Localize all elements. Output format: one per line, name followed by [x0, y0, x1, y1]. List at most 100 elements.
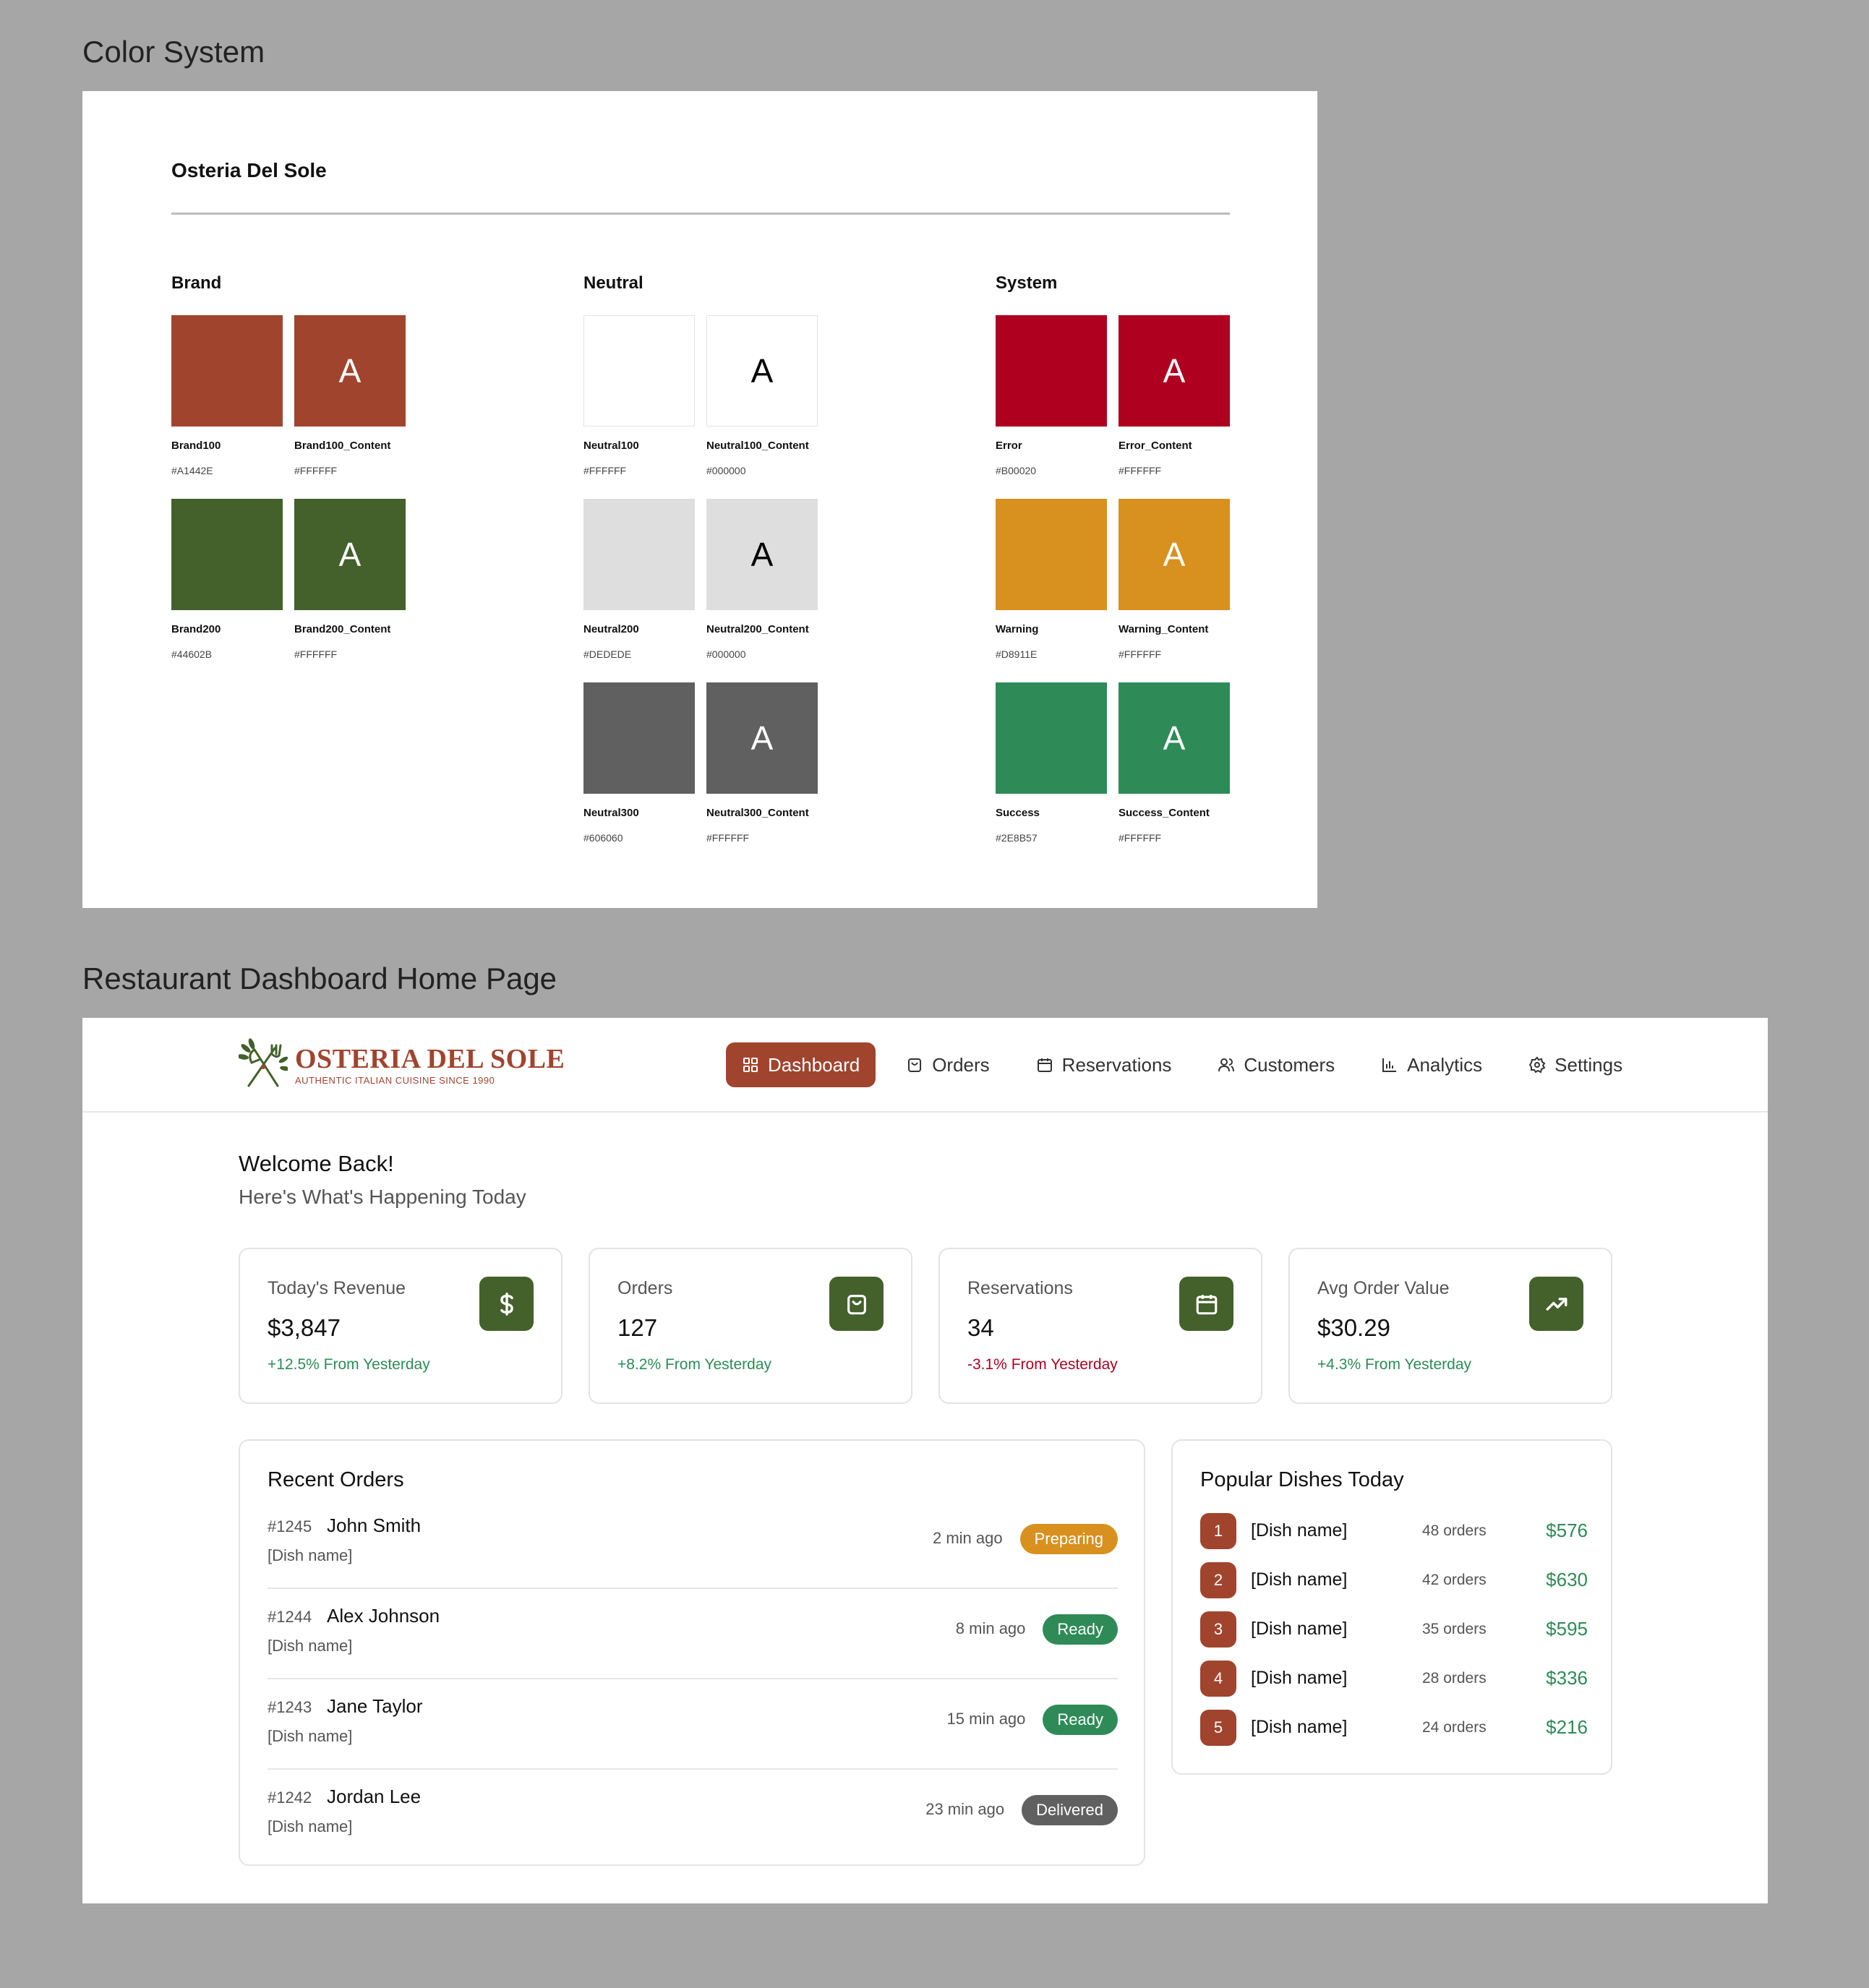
order-row[interactable]: #1243 Jane Taylor [Dish name] 15 min ago Rea…: [268, 1679, 1118, 1770]
popular-dishes-title: Popular Dishes Today: [1200, 1468, 1404, 1491]
color-swatch: [996, 315, 1107, 427]
dish-order-count: 28 orders: [1422, 1670, 1487, 1687]
bag-icon: [829, 1277, 884, 1331]
color-token-hex: #000000: [706, 648, 746, 660]
logo-title: OSTERIA DEL SOLE: [295, 1043, 565, 1074]
order-id: #1242: [268, 1788, 312, 1807]
color-swatch: [996, 682, 1107, 794]
dish-row[interactable]: 3 [Dish name] 35 orders $595: [1200, 1611, 1588, 1648]
nav-settings[interactable]: Settings: [1513, 1042, 1638, 1087]
order-time: 2 min ago: [932, 1529, 1003, 1547]
nav-customers[interactable]: Customers: [1202, 1042, 1351, 1087]
welcome-subheading: Here's What's Happening Today: [239, 1186, 526, 1208]
stat-value: 127: [617, 1314, 658, 1341]
nav-orders[interactable]: Orders: [890, 1042, 1005, 1087]
nav-label: Settings: [1554, 1053, 1623, 1076]
stat-change: -3.1% From Yesterday: [967, 1356, 1118, 1373]
calendar-icon: [1037, 1058, 1052, 1072]
nav-label: Orders: [932, 1053, 990, 1076]
logo-subtitle: AUTHENTIC ITALIAN CUISINE SINCE 1990: [295, 1074, 495, 1086]
color-system-board: Osteria Del Sole Brand Brand100 #A1442E A B…: [82, 91, 1317, 908]
color-token-hex: #FFFFFF: [1119, 648, 1162, 660]
color-group-title: Brand: [171, 273, 222, 293]
order-id: #1244: [268, 1608, 312, 1626]
dish-revenue: $216: [1546, 1716, 1588, 1738]
color-group-title: System: [996, 273, 1058, 293]
dish-row[interactable]: 4 [Dish name] 28 orders $336: [1200, 1661, 1588, 1697]
fork-knife-olive-branch-icon: [239, 1038, 288, 1087]
order-id: #1245: [268, 1517, 312, 1535]
color-token-hex: #DEDEDE: [583, 648, 632, 660]
color-swatch: [583, 682, 695, 794]
stat-card-avg-order-value[interactable]: Avg Order Value $30.29 +4.3% From Yester…: [1288, 1248, 1612, 1404]
color-swatch: [583, 499, 695, 610]
stat-value: $3,847: [268, 1314, 341, 1341]
color-swatch: A: [294, 315, 406, 427]
rank-badge: 2: [1200, 1562, 1236, 1598]
stat-change: +4.3% From Yesterday: [1317, 1356, 1472, 1373]
color-swatch-item: Neutral100 #FFFFFF: [583, 315, 695, 483]
nav-reservations[interactable]: Reservations: [1020, 1042, 1188, 1087]
swatch-grid: Neutral100 #FFFFFF A Neutral100_Content #000…: [583, 315, 829, 850]
stat-label: Today's Revenue: [268, 1278, 406, 1298]
color-group-neutral: Neutral Neutral100 #FFFFFF A Neutral100_Con…: [583, 272, 829, 850]
stat-card-orders[interactable]: Orders 127 +8.2% From Yesterday: [589, 1248, 912, 1404]
color-group-title: Neutral: [583, 273, 643, 293]
dish-revenue: $336: [1546, 1667, 1588, 1689]
color-token-name: Warning: [996, 623, 1039, 635]
nav-label: Reservations: [1061, 1053, 1172, 1076]
color-swatch: [996, 499, 1107, 610]
color-token-hex: #44602B: [171, 648, 213, 660]
dish-row[interactable]: 5 [Dish name] 24 orders $216: [1200, 1710, 1588, 1746]
color-token-hex: #2E8B57: [996, 832, 1038, 844]
rank-badge: 1: [1200, 1513, 1236, 1549]
recent-orders-title: Recent Orders: [268, 1468, 404, 1491]
order-row[interactable]: #1245 John Smith [Dish name] 2 min ago Prepa…: [268, 1499, 1118, 1589]
color-token-name: Neutral200_Content: [706, 623, 809, 635]
color-swatch-item: Error #B00020: [996, 315, 1107, 483]
stat-value: 34: [967, 1314, 994, 1341]
dish-row[interactable]: 1 [Dish name] 48 orders $576: [1200, 1513, 1588, 1549]
logo-text: OSTERIA DEL SOLE AUTHENTIC ITALIAN CUISI…: [295, 1045, 565, 1086]
stat-label: Orders: [617, 1278, 673, 1298]
color-system-brand-name: Osteria Del Sole: [171, 159, 327, 181]
nav-dashboard[interactable]: Dashboard: [726, 1042, 876, 1087]
stat-value: $30.29: [1317, 1314, 1390, 1341]
nav-analytics[interactable]: Analytics: [1365, 1042, 1498, 1087]
color-swatch-item: Warning #D8911E: [996, 499, 1107, 667]
recent-orders-panel: Recent Orders #1245 John Smith [Dish name]…: [239, 1439, 1145, 1866]
color-group-brand: Brand Brand100 #A1442E A Brand100_Content #F…: [171, 272, 417, 667]
dish-order-count: 24 orders: [1422, 1719, 1487, 1736]
dish-order-count: 35 orders: [1422, 1621, 1487, 1637]
calendar-icon: [1179, 1277, 1233, 1331]
color-token-name: Neutral100_Content: [706, 440, 809, 452]
brand-logo[interactable]: OSTERIA DEL SOLE AUTHENTIC ITALIAN CUISI…: [239, 1038, 565, 1092]
grid-icon: [743, 1058, 758, 1072]
chart-icon: [1382, 1058, 1397, 1072]
color-swatch: A: [1119, 499, 1230, 610]
stat-card-reservations[interactable]: Reservations 34 -3.1% From Yesterday: [938, 1248, 1262, 1404]
color-swatch: [583, 315, 695, 427]
color-swatch-item: Brand200 #44602B: [171, 499, 283, 667]
color-swatch: A: [706, 682, 818, 794]
divider: [171, 213, 1230, 215]
customer-name: John Smith: [327, 1514, 422, 1536]
dish-revenue: $595: [1546, 1618, 1588, 1640]
color-swatch-item: A Brand200_Content #FFFFFF: [294, 499, 406, 667]
dish-row[interactable]: 2 [Dish name] 42 orders $630: [1200, 1562, 1588, 1598]
color-group-system: System Error #B00020 A Error_Content #FFFFFF…: [996, 272, 1241, 850]
order-row[interactable]: #1244 Alex Johnson [Dish name] 8 min ago Rea…: [268, 1589, 1118, 1679]
dish-order-count: 48 orders: [1422, 1522, 1487, 1539]
color-token-name: Brand100_Content: [294, 440, 391, 452]
color-swatch-item: Neutral300 #606060: [583, 682, 695, 850]
stat-label: Reservations: [967, 1278, 1073, 1298]
order-row[interactable]: #1242 Jordan Lee [Dish name] 23 min ago Deli…: [268, 1770, 1118, 1860]
color-token-name: Brand200_Content: [294, 623, 391, 635]
color-swatch-item: A Success_Content #FFFFFF: [1119, 682, 1230, 850]
bag-icon: [908, 1058, 922, 1072]
rank-badge: 3: [1200, 1611, 1236, 1648]
gear-icon: [1528, 1056, 1546, 1074]
nav-label: Analytics: [1407, 1053, 1483, 1076]
top-header: OSTERIA DEL SOLE AUTHENTIC ITALIAN CUISI…: [82, 1018, 1768, 1113]
stat-card-revenue[interactable]: Today's Revenue $3,847 +12.5% From Yeste…: [239, 1248, 563, 1404]
